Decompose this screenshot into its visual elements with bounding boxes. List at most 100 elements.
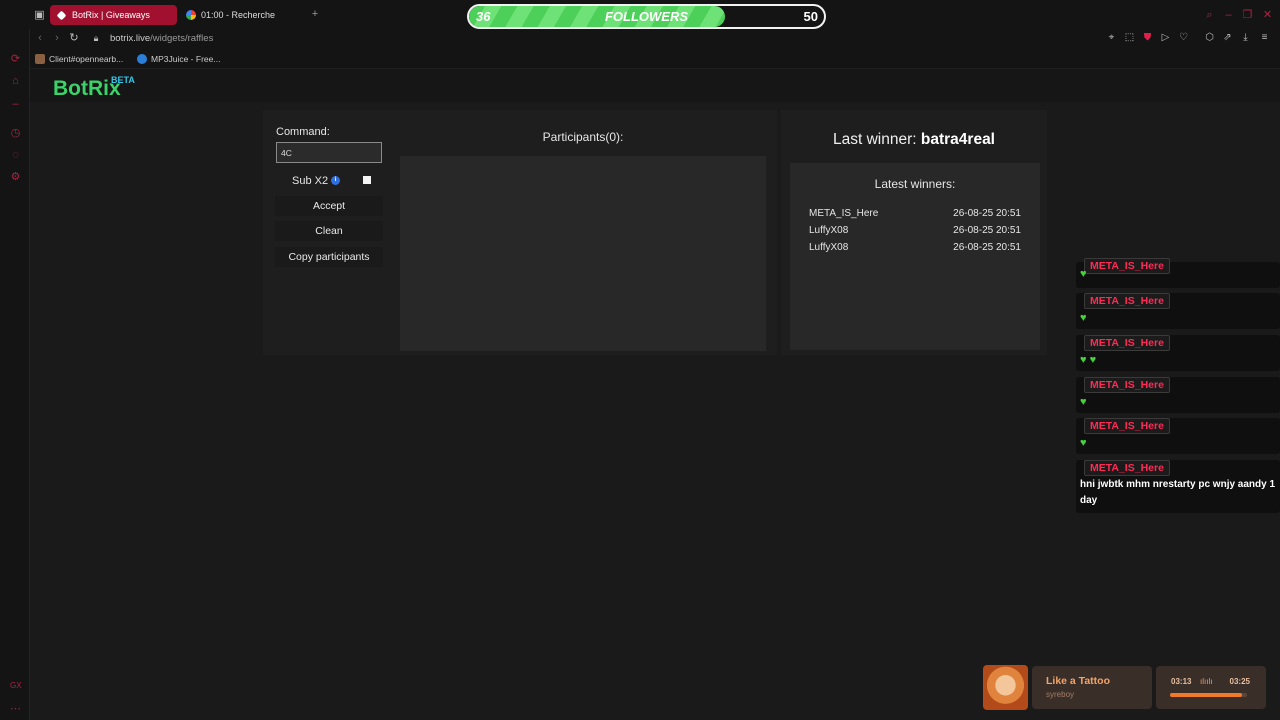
url-host: botrix.live xyxy=(110,33,151,44)
chat-text: hni jwbtk mhm nrestarty pc wnjy aandy 1 … xyxy=(1080,479,1276,506)
bookmark-label: MP3Juice - Free... xyxy=(151,54,221,64)
clean-button[interactable]: Clean xyxy=(275,221,383,241)
tab-menu-icon[interactable]: ▣ xyxy=(33,9,46,22)
chat-message: META_IS_Here ♥ xyxy=(1076,258,1280,288)
google-favicon-icon xyxy=(186,10,196,20)
green-heart-icon: ♥ xyxy=(1080,268,1087,280)
chat-message: META_IS_Here hni jwbtk mhm nrestarty pc … xyxy=(1076,460,1280,513)
equalizer-icon: ılıılı xyxy=(1200,677,1213,686)
close-icon[interactable]: ✕ xyxy=(1261,9,1274,22)
track-artist: syreboy xyxy=(1046,690,1075,699)
snapshot-icon[interactable]: ⬚ xyxy=(1123,31,1136,44)
bookmark-mp3juice[interactable]: MP3Juice - Free... xyxy=(137,52,220,66)
store-icon[interactable]: ⌂ xyxy=(9,75,22,88)
chat-username: META_IS_Here xyxy=(1084,418,1170,434)
lock-icon: 🔒︎ xyxy=(93,33,99,43)
reload-icon[interactable]: ↻ xyxy=(67,31,81,45)
shield-icon[interactable]: ⛊ xyxy=(1141,31,1154,44)
tab-label: BotRix | Giveaways xyxy=(72,10,150,20)
track-title: Like a Tattoo xyxy=(1046,675,1110,687)
green-heart-icon: ♥ xyxy=(1080,396,1087,408)
track-time: 03:13 ılıılı 03:25 xyxy=(1156,666,1266,709)
current-time: 03:13 xyxy=(1171,677,1192,686)
command-input[interactable] xyxy=(276,142,382,163)
album-art xyxy=(983,665,1028,710)
chat-message: META_IS_Here ♥ ♥ xyxy=(1076,335,1280,371)
latest-winners-box: Latest winners: META_IS_Here 26-08-25 20… xyxy=(790,163,1040,350)
accept-button[interactable]: Accept xyxy=(275,196,383,216)
heart-icon[interactable]: ♡ xyxy=(1177,31,1190,44)
command-label: Command: xyxy=(276,126,330,138)
tab-google[interactable]: 01:00 - Recherche Google xyxy=(179,5,305,40)
url-field[interactable]: botrix.live/widgets/raffles xyxy=(110,32,213,46)
beta-badge: BETA xyxy=(111,75,135,85)
copy-participants-button[interactable]: Copy participants xyxy=(275,247,383,267)
winner-date: 26-08-25 20:51 xyxy=(953,225,1021,236)
extensions-icon[interactable]: ⬡ xyxy=(1203,31,1216,44)
new-tab-icon[interactable]: + xyxy=(309,8,321,20)
more-icon[interactable]: ⋯ xyxy=(9,703,22,716)
raffle-panel: Command: Sub X2 i Accept Clean Copy part… xyxy=(263,110,777,355)
total-time: 03:25 xyxy=(1229,677,1250,686)
info-icon[interactable]: i xyxy=(331,176,340,185)
follower-target: 50 xyxy=(803,9,818,24)
track-info: Like a Tattoo syreboy xyxy=(1032,666,1152,709)
follower-goal-bar: 36 FOLLOWERS 50 xyxy=(467,4,826,29)
participants-list xyxy=(400,156,766,351)
share-icon[interactable]: ⇗ xyxy=(1221,31,1234,44)
mp3juice-icon xyxy=(137,54,147,64)
last-winner: Last winner: batra4real xyxy=(781,131,1047,149)
twitch-icon[interactable]: ⟳ xyxy=(9,53,22,66)
pin-icon[interactable]: ⌖ xyxy=(1105,31,1118,44)
gx-label: GX xyxy=(10,681,22,690)
horse-icon xyxy=(35,54,45,64)
green-heart-icon: ♥ xyxy=(1080,312,1087,324)
last-winner-prefix: Last winner: xyxy=(833,131,917,148)
bookmark-client[interactable]: Client#opennearb... xyxy=(35,52,123,66)
messenger-icon[interactable]: ◌ xyxy=(9,149,22,162)
play-icon[interactable]: ▷ xyxy=(1159,31,1172,44)
menu-icon[interactable]: ≡ xyxy=(1258,31,1271,44)
download-icon[interactable]: ⤓ xyxy=(1239,31,1252,44)
address-bar: ‹ › ↻ 🔒︎ botrix.live/widgets/raffles xyxy=(30,29,1280,49)
track-progress xyxy=(1170,693,1247,697)
winners-panel: Last winner: batra4real Latest winners: … xyxy=(781,110,1047,355)
settings-icon[interactable]: ⚙ xyxy=(9,171,22,184)
restore-icon[interactable]: ❐ xyxy=(1241,9,1254,22)
browser-sidebar: ◯ ⟳ ⌂ – ◷ ◌ ⚙ GX ⋯ xyxy=(0,0,30,720)
url-path: /widgets/raffles xyxy=(150,33,214,44)
botrix-favicon-icon xyxy=(56,10,67,21)
search-icon[interactable]: ⌕ xyxy=(1203,9,1216,22)
chat-overlay: META_IS_Here ♥ META_IS_Here ♥ META_IS_He… xyxy=(1076,250,1280,515)
latest-winners-title: Latest winners: xyxy=(874,177,956,191)
participants-title: Participants(0): xyxy=(542,130,624,144)
divider-icon: – xyxy=(12,98,19,110)
winner-name: LuffyX08 xyxy=(809,225,849,236)
chat-username: META_IS_Here xyxy=(1084,460,1170,476)
back-icon[interactable]: ‹ xyxy=(33,31,47,45)
last-winner-name: batra4real xyxy=(920,131,995,148)
now-playing-widget: Like a Tattoo syreboy 03:13 ılıılı 03:25 xyxy=(983,665,1268,710)
bookmark-label: Client#opennearb... xyxy=(49,54,124,64)
follower-label: FOLLOWERS xyxy=(604,9,689,24)
track-progress-fill xyxy=(1170,693,1243,697)
chat-message: META_IS_Here ♥ xyxy=(1076,377,1280,413)
green-heart-icon: ♥ xyxy=(1080,437,1087,449)
bookmarks-bar: Client#opennearb... MP3Juice - Free... xyxy=(30,49,1280,69)
history-icon[interactable]: ◷ xyxy=(9,127,22,140)
chat-username: META_IS_Here xyxy=(1084,377,1170,393)
chat-message: META_IS_Here ♥ xyxy=(1076,418,1280,454)
chat-username: META_IS_Here xyxy=(1084,293,1170,309)
winner-name: META_IS_Here xyxy=(809,208,879,219)
chat-message: META_IS_Here ♥ xyxy=(1076,293,1280,329)
chat-username: META_IS_Here xyxy=(1084,335,1170,351)
winner-date: 26-08-25 20:51 xyxy=(953,208,1021,219)
tab-botrix[interactable]: BotRix | Giveaways xyxy=(50,5,177,25)
winner-date: 26-08-25 20:51 xyxy=(953,242,1021,253)
sub-x2-checkbox[interactable] xyxy=(363,176,371,184)
green-heart-icon: ♥ ♥ xyxy=(1080,354,1097,366)
minimize-icon[interactable]: – xyxy=(1222,9,1235,22)
sub-x2-label: Sub X2 xyxy=(292,175,329,187)
site-header: BotRix BETA xyxy=(30,69,1280,102)
forward-icon[interactable]: › xyxy=(50,31,64,45)
